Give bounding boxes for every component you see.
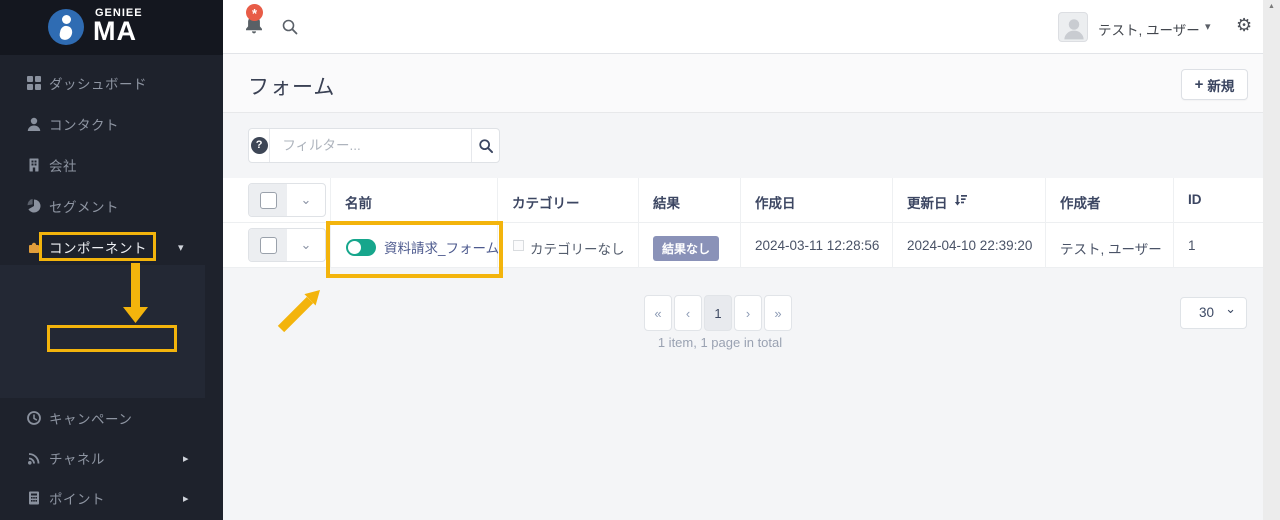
column-header-name[interactable]: 名前 [345, 192, 372, 212]
search-icon [478, 138, 493, 153]
new-button[interactable]: + 新規 [1181, 69, 1248, 100]
pagination-summary: 1 item, 1 page in total [657, 335, 783, 350]
result-badge: 結果なし [653, 236, 720, 261]
form-name-link[interactable]: 資料請求_フォーム [384, 237, 499, 257]
chevron-down-icon: ⌄ [300, 192, 312, 207]
channel-icon [28, 453, 40, 465]
page-number-button[interactable]: 1 [704, 295, 732, 331]
sort-desc-icon[interactable] [954, 193, 968, 207]
column-header-id[interactable]: ID [1188, 192, 1202, 207]
app-logo[interactable]: GENIEE MA [0, 0, 223, 55]
page-next-button[interactable]: › [734, 295, 762, 331]
scrollbar-up-icon[interactable]: ▲ [1263, 3, 1280, 10]
form-enabled-toggle[interactable] [346, 239, 376, 256]
user-name[interactable]: テスト, ユーザー [1098, 19, 1200, 39]
geniee-logo-icon [48, 9, 84, 45]
sidebar-item-point[interactable]: ポイント ▸ [0, 483, 223, 513]
row-select-control: ⌄ [248, 228, 326, 262]
sidebar-item-company[interactable]: 会社 [0, 150, 223, 180]
notification-badge: * [246, 4, 263, 21]
updated-cell: 2024-04-10 22:39:20 [907, 238, 1033, 253]
page-header [223, 54, 1263, 113]
segment-icon [27, 198, 41, 213]
page-prev-button[interactable]: ‹ [674, 295, 702, 331]
sidebar-item-channel[interactable]: チャネル ▸ [0, 443, 223, 473]
chevron-down-icon: ⌄ [300, 237, 312, 252]
caret-right-icon: ▸ [183, 492, 189, 505]
filter-input[interactable] [270, 129, 472, 162]
row-checkbox[interactable] [259, 236, 277, 254]
dashboard-icon [27, 76, 41, 90]
caret-down-icon: ▾ [178, 241, 184, 254]
row-dropdown[interactable]: ⌄ [287, 229, 325, 261]
page-title: フォーム [248, 76, 336, 99]
plus-icon: + [1194, 76, 1204, 93]
sidebar-item-label: ダッシュボード [49, 77, 147, 92]
sidebar-item-campaign[interactable]: キャンペーン [0, 403, 223, 433]
sidebar-item-label: キャンペーン [49, 412, 133, 427]
company-icon [29, 158, 39, 172]
filter-group: ? [248, 128, 500, 163]
page-last-button[interactable]: » [764, 295, 792, 331]
chevron-down-icon: ⌄ [1225, 301, 1236, 316]
category-cell: カテゴリーなし [530, 242, 625, 257]
contact-icon [27, 117, 41, 131]
filter-help-button[interactable]: ? [249, 129, 271, 162]
sidebar-item-label: チャネル [49, 452, 105, 467]
select-all-control: ⌄ [248, 183, 326, 217]
scrollbar-track[interactable]: ▲ [1263, 0, 1280, 520]
campaign-icon [27, 411, 41, 425]
settings-gear-icon[interactable]: ⚙ [1236, 15, 1252, 36]
filter-search-button[interactable] [471, 129, 499, 162]
page-size-select[interactable]: 30 ⌄ [1180, 297, 1247, 329]
sidebar-item-segment[interactable]: セグメント [0, 191, 223, 221]
point-icon [29, 491, 39, 505]
sidebar-item-label: セグメント [49, 200, 119, 215]
column-header-result[interactable]: 結果 [653, 192, 680, 212]
column-header-author[interactable]: 作成者 [1060, 192, 1101, 212]
sidebar-item-contact[interactable]: コンタクト [0, 109, 223, 139]
id-cell: 1 [1188, 238, 1196, 253]
sidebar: GENIEE MA ダッシュボード コンタクト 会社 セグメント コンポーネント… [0, 0, 223, 520]
sidebar-item-label: ポイント [49, 492, 105, 507]
created-cell: 2024-03-11 12:28:56 [755, 238, 880, 253]
sidebar-item-dashboard[interactable]: ダッシュボード [0, 68, 223, 98]
page-first-button[interactable]: « [644, 295, 672, 331]
question-icon: ? [250, 137, 268, 154]
page-size-value: 30 [1199, 305, 1215, 320]
column-header-updated[interactable]: 更新日 [907, 192, 948, 212]
sidebar-item-label: 会社 [49, 159, 77, 174]
sidebar-item-label: コンタクト [49, 118, 119, 133]
select-all-dropdown[interactable]: ⌄ [287, 184, 325, 216]
sidebar-item-label: コンポーネント [49, 241, 147, 256]
column-header-created[interactable]: 作成日 [755, 192, 796, 212]
component-submenu: アセット フォーム ランディングページ ダイナミックコンテンツ [0, 265, 205, 398]
table-header-row [223, 178, 1263, 223]
select-all-checkbox[interactable] [259, 191, 277, 209]
pagination: « ‹ 1 › » [644, 295, 792, 331]
caret-right-icon: ▸ [183, 452, 189, 465]
author-cell: テスト, ユーザー [1060, 242, 1162, 257]
sidebar-item-component[interactable]: コンポーネント ▾ [0, 232, 223, 262]
column-header-category[interactable]: カテゴリー [512, 192, 580, 212]
user-menu-caret-icon[interactable]: ▾ [1205, 20, 1211, 33]
category-color-swatch [513, 240, 524, 251]
component-icon [29, 242, 42, 253]
avatar[interactable] [1058, 12, 1088, 42]
search-icon[interactable] [281, 18, 299, 36]
brand-main-label: MA [93, 16, 137, 46]
avatar-person-icon [1064, 19, 1084, 40]
new-button-label: 新規 [1207, 78, 1235, 94]
